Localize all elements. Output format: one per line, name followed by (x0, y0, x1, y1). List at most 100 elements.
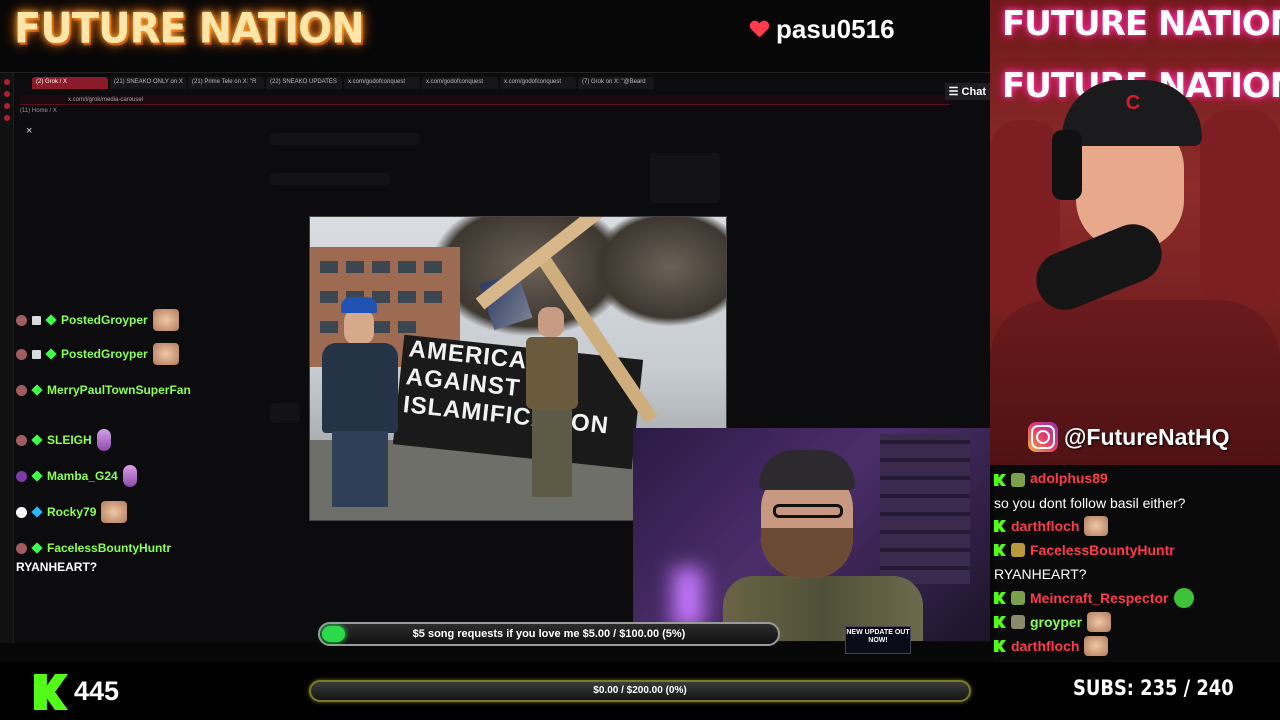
kick-logo-icon (34, 674, 68, 710)
sub-badge-icon (1011, 473, 1025, 487)
browser-tab[interactable]: x.com/godofconquest (344, 77, 420, 89)
badge-icon (32, 349, 41, 359)
chat-username[interactable]: darthfloch (1011, 638, 1079, 654)
viewer-count: 445 (74, 676, 120, 706)
chat-username[interactable]: darthfloch (1011, 518, 1079, 534)
chat-message: darthfloch (994, 514, 1280, 538)
chat-username[interactable]: SLEIGH (47, 433, 92, 447)
close-icon[interactable]: × (26, 125, 32, 137)
chat-message: FacelessBountyHuntr (16, 538, 296, 558)
chat-username[interactable]: Mamba_G24 (47, 469, 118, 483)
top-username: pasu0516 (750, 14, 895, 45)
update-badge: NEW UPDATE OUT NOW! (845, 626, 911, 654)
browser-tab[interactable]: (21) SNEAKO ONLY on X (110, 77, 186, 89)
future-nation-logo: FUTURE NATION (14, 4, 365, 54)
chat-username[interactable]: FacelessBountyHuntr (1030, 542, 1175, 558)
sidebar-dot-icon[interactable] (3, 103, 10, 109)
browser-tab[interactable]: x.com/godofconquest (422, 77, 498, 89)
instagram-text: @FutureNatHQ (1064, 423, 1230, 450)
sidebar-dot-icon[interactable] (3, 115, 10, 121)
chat-message: Mamba_G24 (16, 465, 296, 487)
guest-beanie (759, 450, 855, 490)
browser-tab[interactable]: (21) Prime Tele on X: "R (188, 77, 264, 89)
background-placeholder (650, 153, 720, 203)
kick-badge-icon (994, 592, 1006, 604)
diamond-badge-icon (31, 384, 43, 396)
donation-goal-bar: $0.00 / $200.00 (0%) (309, 680, 971, 702)
chat-username[interactable]: PostedGroyper (61, 347, 148, 361)
bookmark-item[interactable]: (11) Home / X (20, 108, 57, 114)
kick-badge-icon (994, 520, 1006, 532)
tab-strip: (2) Grok / X (21) SNEAKO ONLY on X (21) … (0, 77, 990, 91)
emote-icon (122, 465, 137, 487)
chat-message: PostedGroyper (16, 343, 296, 365)
avatar (16, 348, 27, 360)
background-placeholder (270, 173, 390, 185)
chat-message: adolphus89 so you dont follow basil eith… (994, 468, 1280, 514)
chat-message: Rocky79 (16, 501, 296, 523)
chat-message-text: RYANHEART? (16, 560, 98, 574)
browser-tab[interactable]: (2) Grok / X (32, 77, 108, 89)
sidebar-dot-icon[interactable] (3, 91, 10, 97)
chat-message: Meincraft_Respector (994, 586, 1280, 610)
emote-icon (96, 429, 111, 451)
photo-person (522, 307, 582, 497)
emote-icon (1084, 636, 1109, 656)
instagram-handle: @FutureNatHQ (1028, 422, 1230, 452)
chat-username[interactable]: Meincraft_Respector (1030, 590, 1169, 606)
avatar (16, 434, 27, 446)
left-chat-overlay: PostedGroyper PostedGroyper MerryPaulTow… (16, 309, 296, 574)
donation-goal-label: $0.00 / $200.00 (0%) (593, 685, 687, 696)
diamond-badge-icon (31, 470, 43, 482)
purple-light (673, 568, 703, 628)
chat-message: PostedGroyper (16, 309, 296, 331)
chat-username[interactable]: adolphus89 (1030, 470, 1108, 486)
emote-icon (1084, 516, 1109, 536)
badge-icon (32, 315, 41, 325)
browser-tab[interactable]: (7) Grok on X: "@Beard (578, 77, 654, 89)
chat-message-text: RYANHEART? (994, 566, 1087, 582)
chat-username[interactable]: FacelessBountyHuntr (47, 541, 171, 555)
chat-username[interactable]: PostedGroyper (61, 313, 148, 327)
emote-icon (152, 343, 179, 365)
emote-icon (1087, 612, 1112, 632)
stream-layout: FUTURE NATION pasu0516 (2) Grok / X (21)… (0, 0, 1280, 720)
streamer-arm (1200, 110, 1280, 310)
sub-badge-icon (1011, 615, 1025, 629)
kick-badge-icon (994, 544, 1006, 556)
emote-icon (1173, 588, 1194, 608)
kick-badge-icon (994, 474, 1006, 486)
diamond-badge-icon (45, 348, 57, 360)
username-text: pasu0516 (776, 14, 895, 44)
streamer-webcam: FUTURE NATION FUTURE NATION C (990, 0, 1280, 465)
neon-sign-text: FUTURE NATION (1002, 4, 1280, 44)
bookshelf (880, 434, 970, 584)
chat-message: FacelessBountyHuntr (994, 538, 1280, 562)
avatar (16, 384, 27, 396)
guest-webcam (633, 428, 990, 641)
address-bar[interactable]: x.com/i/grok/media-carousel (20, 95, 950, 105)
chat-message-text: so you dont follow basil either? (994, 495, 1186, 511)
heart-icon (750, 21, 768, 39)
browser-tab[interactable]: x.com/godofconquest (500, 77, 576, 89)
chat-button[interactable]: ☰ Chat (944, 83, 990, 100)
kick-badge-icon (994, 640, 1006, 652)
instagram-icon (1028, 422, 1058, 452)
chat-message: MerryPaulTownSuperFan (16, 380, 296, 400)
subs-counter: SUBS: 235 / 240 (1073, 676, 1234, 700)
chat-username[interactable]: MerryPaulTownSuperFan (47, 383, 191, 397)
chat-button-label: Chat (961, 86, 986, 98)
sword-badge-icon (31, 506, 43, 518)
song-request-bar: $5 song requests if you love me $5.00 / … (318, 622, 780, 646)
sub-badge-icon (1011, 591, 1025, 605)
chat-message: darthfloch (994, 634, 1280, 658)
browser-sidebar[interactable] (0, 73, 14, 643)
chat-username[interactable]: Rocky79 (47, 505, 96, 519)
background-placeholder (270, 133, 420, 145)
chat-username[interactable]: groyper (1030, 614, 1082, 630)
diamond-badge-icon (31, 542, 43, 554)
avatar (16, 542, 27, 554)
guest-glasses (773, 504, 843, 518)
right-chat: adolphus89 so you dont follow basil eith… (994, 468, 1280, 662)
browser-tab[interactable]: (22) SNEAKO UPDATES (266, 77, 342, 89)
